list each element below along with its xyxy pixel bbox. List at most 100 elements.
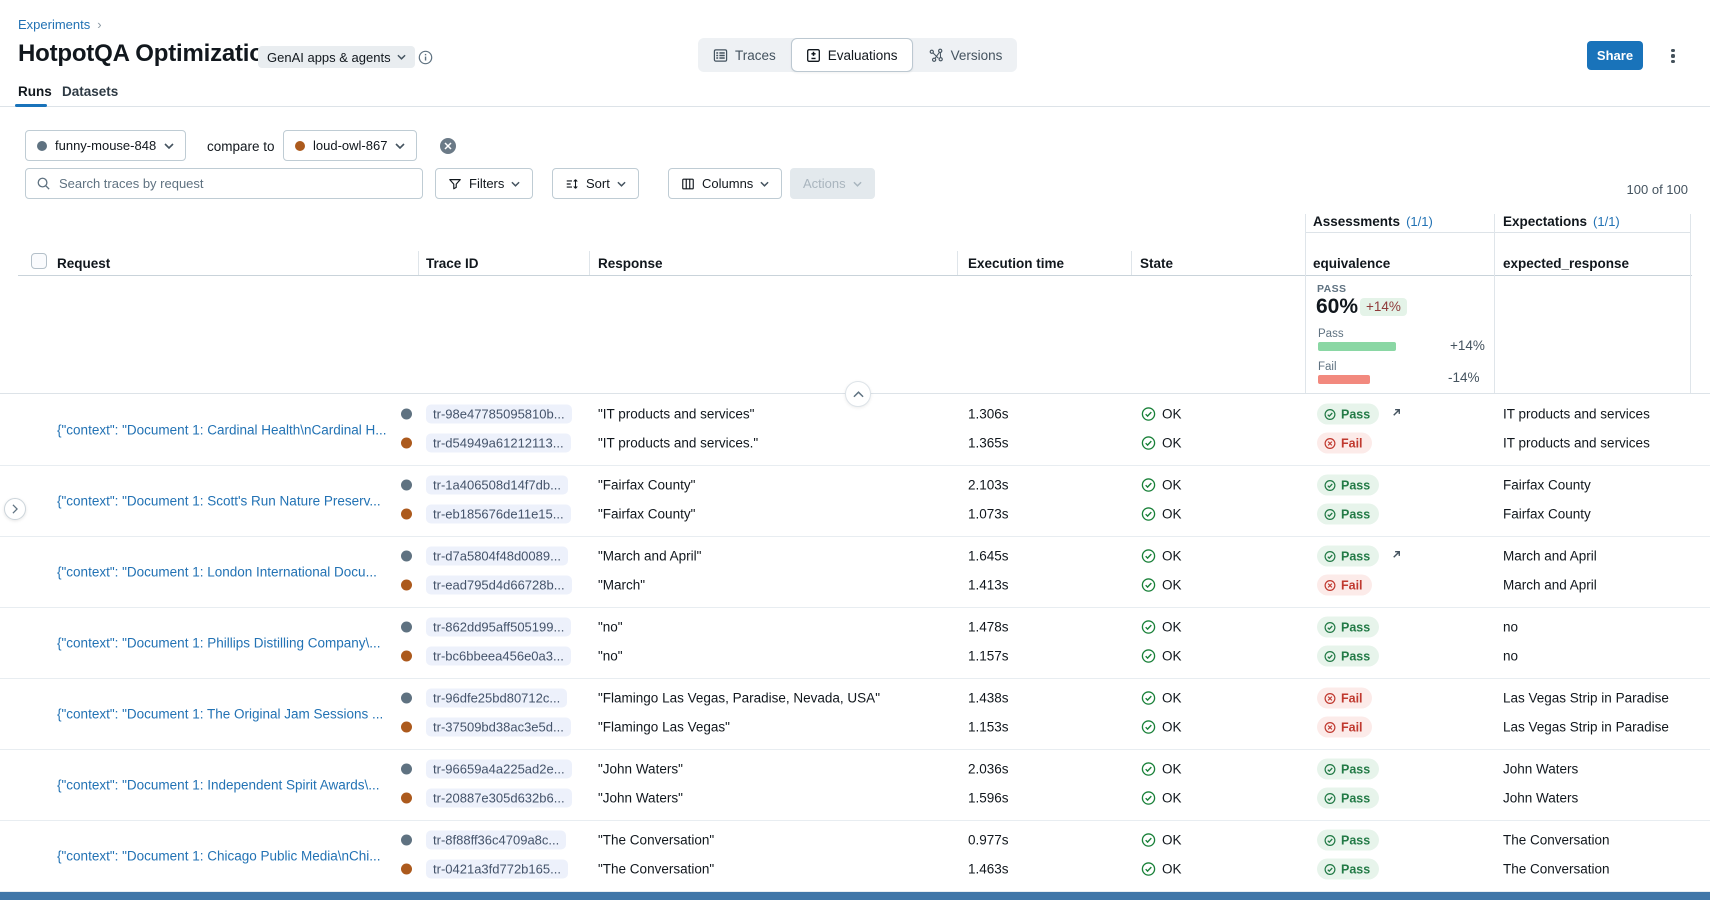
table-row[interactable]: {"context": "Document 1: Independent Spi… (0, 750, 1710, 821)
table-row[interactable]: {"context": "Document 1: Chicago Public … (0, 821, 1710, 892)
filters-label: Filters (469, 176, 504, 191)
table-row[interactable]: {"context": "Document 1: Scott's Run Nat… (0, 466, 1710, 537)
result-count: 100 of 100 (1627, 182, 1688, 197)
col-header-request[interactable]: Request (57, 256, 110, 271)
assessment-badge[interactable]: Pass (1317, 646, 1379, 667)
chevron-up-icon (853, 391, 864, 398)
pass-icon (1324, 408, 1336, 420)
check-circle-icon (1141, 791, 1156, 806)
trace-row: tr-96659a4a225ad2e... "John Waters" 2.03… (0, 755, 1710, 783)
assessment-badge[interactable]: Fail (1317, 433, 1372, 454)
col-header-state[interactable]: State (1140, 256, 1173, 271)
tab-evaluations[interactable]: Evaluations (791, 38, 913, 72)
response-cell: "no" (598, 620, 623, 635)
run-b-select[interactable]: loud-owl-867 (283, 130, 417, 161)
assessment-badge[interactable]: Pass (1317, 404, 1379, 425)
breadcrumb-experiments-link[interactable]: Experiments (18, 17, 90, 32)
trace-id-link[interactable]: tr-20887e305d632b6... (426, 789, 572, 808)
trace-row: tr-d7a5804f48d0089... "March and April" … (0, 542, 1710, 570)
pass-icon (1324, 550, 1336, 562)
pass-bar-label: Pass (1318, 328, 1344, 340)
assessment-badge[interactable]: Fail (1317, 717, 1372, 738)
columns-button[interactable]: Columns (668, 168, 782, 199)
actions-button: Actions (790, 168, 875, 199)
assessment-badge[interactable]: Pass (1317, 617, 1379, 638)
sort-button[interactable]: Sort (552, 168, 639, 199)
response-cell: "The Conversation" (598, 833, 714, 848)
table-row[interactable]: {"context": "Document 1: The Original Ja… (0, 679, 1710, 750)
assessment-badge[interactable]: Fail (1317, 688, 1372, 709)
assessment-badge[interactable]: Pass (1317, 788, 1379, 809)
assessment-badge[interactable]: Pass (1317, 475, 1379, 496)
open-comparison-icon[interactable] (1390, 406, 1403, 422)
trace-id-link[interactable]: tr-0421a3fd772b165... (426, 860, 568, 879)
search-box[interactable] (25, 168, 423, 199)
share-button[interactable]: Share (1587, 41, 1643, 70)
table-row[interactable]: {"context": "Document 1: Phillips Distil… (0, 608, 1710, 679)
assessment-badge[interactable]: Pass (1317, 504, 1379, 525)
tab-datasets[interactable]: Datasets (62, 84, 118, 99)
trace-row: tr-1a406508d14f7db... "Fairfax County" 2… (0, 471, 1710, 499)
assessment-badge[interactable]: Pass (1317, 859, 1379, 880)
table-row[interactable]: {"context": "Document 1: London Internat… (0, 537, 1710, 608)
col-header-execution-time[interactable]: Execution time (968, 256, 1064, 271)
assessment-summary: PASS 60% +14% Pass +14% Fail -14% (0, 276, 1710, 394)
overflow-menu-icon[interactable] (1664, 46, 1682, 66)
col-header-trace-id[interactable]: Trace ID (426, 256, 479, 271)
assessment-badge[interactable]: Pass (1317, 546, 1379, 567)
state-cell: OK (1141, 649, 1182, 664)
chevron-down-icon (395, 143, 405, 149)
trace-id-link[interactable]: tr-8f88ff36c4709a8c... (426, 831, 566, 850)
remove-compare-icon[interactable] (440, 138, 456, 154)
execution-time-cell: 1.306s (968, 407, 1009, 422)
assessment-badge[interactable]: Pass (1317, 759, 1379, 780)
open-comparison-icon[interactable] (1390, 548, 1403, 564)
info-icon[interactable] (418, 50, 433, 70)
response-cell: "IT products and services." (598, 436, 758, 451)
trace-id-link[interactable]: tr-bc6bbeea456e0a3... (426, 647, 571, 666)
trace-id-link[interactable]: tr-37509bd38ac3e5d... (426, 718, 571, 737)
trace-row: tr-8f88ff36c4709a8c... "The Conversation… (0, 826, 1710, 854)
trace-id-link[interactable]: tr-1a406508d14f7db... (426, 476, 568, 495)
pass-icon (1324, 479, 1336, 491)
trace-id-link[interactable]: tr-ead795d4d66728b... (426, 576, 572, 595)
trace-id-link[interactable]: tr-d54949a61212113... (426, 434, 571, 453)
horizontal-scrollbar[interactable] (0, 892, 1710, 900)
sidebar-expand-button[interactable] (4, 498, 26, 520)
state-cell: OK (1141, 791, 1182, 806)
col-header-response[interactable]: Response (598, 256, 663, 271)
trace-id-link[interactable]: tr-eb185676de11e15... (426, 505, 571, 524)
pass-icon (1324, 763, 1336, 775)
fail-icon (1324, 721, 1336, 733)
trace-id-link[interactable]: tr-96659a4a225ad2e... (426, 760, 572, 779)
trace-id-link[interactable]: tr-862dd95aff505199... (426, 618, 571, 637)
trace-row: tr-d54949a61212113... "IT products and s… (0, 429, 1710, 457)
col-header-equivalence[interactable]: equivalence (1313, 256, 1390, 271)
sort-label: Sort (586, 176, 610, 191)
trace-id-link[interactable]: tr-96dfe25bd80712c... (426, 689, 567, 708)
tab-runs[interactable]: Runs (18, 84, 52, 99)
trace-id-link[interactable]: tr-d7a5804f48d0089... (426, 547, 568, 566)
chevron-down-icon (760, 181, 769, 187)
assessment-badge[interactable]: Fail (1317, 575, 1372, 596)
chevron-down-icon (397, 54, 406, 60)
run-color-dot (401, 864, 412, 875)
trace-id-link[interactable]: tr-98e47785095810b... (426, 405, 572, 424)
tab-traces[interactable]: Traces (698, 38, 791, 72)
search-input[interactable] (59, 176, 412, 191)
assessment-badge[interactable]: Pass (1317, 830, 1379, 851)
state-cell: OK (1141, 720, 1182, 735)
execution-time-cell: 1.596s (968, 791, 1009, 806)
breadcrumb[interactable]: Experiments › (18, 17, 102, 32)
filters-button[interactable]: Filters (435, 168, 533, 199)
col-header-expected-response[interactable]: expected_response (1503, 256, 1629, 271)
collapse-summary-button[interactable] (845, 381, 871, 407)
experiment-type-dropdown[interactable]: GenAI apps & agents (258, 46, 415, 68)
expected-response-cell: IT products and services (1503, 407, 1650, 422)
check-circle-icon (1141, 578, 1156, 593)
select-all-checkbox[interactable] (31, 253, 47, 269)
run-a-select[interactable]: funny-mouse-848 (25, 130, 186, 161)
check-circle-icon (1141, 649, 1156, 664)
view-switcher: Traces Evaluations Versions (698, 38, 1017, 72)
tab-versions[interactable]: Versions (913, 38, 1018, 72)
